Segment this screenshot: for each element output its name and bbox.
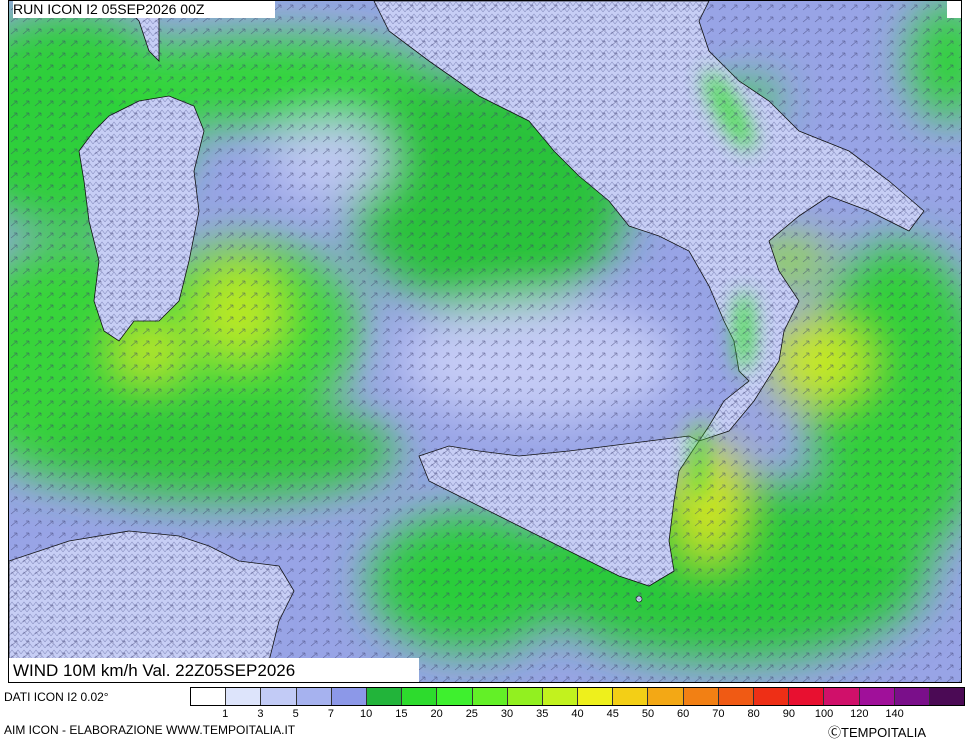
legend-tick-label: 25 — [465, 708, 478, 720]
validity-label: WIND 10M km/h Val. 22Z05SEP2026 — [9, 658, 419, 682]
legend-swatch — [683, 688, 719, 705]
legend-swatch — [507, 688, 543, 705]
legend-swatch — [472, 688, 508, 705]
legend-swatch — [648, 688, 684, 705]
legend-tick-label: 35 — [536, 708, 549, 720]
legend-swatch — [859, 688, 895, 705]
legend-swatch — [718, 688, 754, 705]
legend-tick-label: 90 — [782, 708, 795, 720]
legend-swatch — [191, 688, 227, 705]
legend-tick-label: 15 — [395, 708, 408, 720]
legend-ticks: 1 3 5 7 10 15 20 25 30 35 40 45 50 60 70 80 90 100 120 140 — [190, 708, 965, 722]
legend-swatch — [226, 688, 262, 705]
data-source-label: DATI ICON I2 0.02° — [4, 690, 109, 704]
legend-swatch — [824, 688, 860, 705]
legend-swatch — [261, 688, 297, 705]
legend-tick-label: 60 — [677, 708, 690, 720]
legend-tick-label: 1 — [222, 708, 229, 720]
legend-tick-label: 120 — [850, 708, 869, 720]
legend-swatch — [929, 688, 965, 705]
legend-tick-label: 20 — [430, 708, 443, 720]
legend-tick-label: 140 — [885, 708, 904, 720]
corner-box — [947, 1, 961, 18]
credit-label: AIM ICON - ELABORAZIONE WWW.TEMPOITALIA.… — [4, 723, 296, 737]
wind-field-svg — [9, 1, 961, 682]
legend-tick-label: 45 — [606, 708, 619, 720]
legend-tick-label: 70 — [712, 708, 725, 720]
legend-tick-label: 30 — [500, 708, 514, 720]
legend-swatch — [754, 688, 790, 705]
color-legend — [190, 687, 965, 706]
legend-tick-label: 80 — [747, 708, 760, 720]
legend-tick-label: 100 — [814, 708, 834, 720]
brand-label: ⒸTEMPOITALIA — [828, 725, 926, 740]
legend-swatch — [894, 688, 930, 705]
legend-tick-label: 7 — [327, 708, 334, 720]
legend-swatch — [296, 688, 332, 705]
wind-arrows-overlay — [9, 1, 961, 682]
legend-swatch — [789, 688, 825, 705]
legend-swatch — [402, 688, 438, 705]
legend-tick-label: 3 — [257, 708, 264, 720]
legend-swatch — [366, 688, 403, 705]
legend-swatch — [542, 688, 579, 705]
legend-swatch — [613, 688, 649, 705]
legend-tick-label: 40 — [571, 708, 584, 720]
run-label: RUN ICON I2 05SEP2026 00Z — [13, 1, 275, 18]
legend-tick-label: 50 — [641, 708, 655, 720]
legend-tick-label: 5 — [292, 708, 299, 720]
legend-swatch — [437, 688, 473, 705]
wind-map: RUN ICON I2 05SEP2026 00Z WIND 10M km/h … — [8, 0, 962, 683]
legend-swatch — [331, 688, 367, 705]
legend-tick-label: 10 — [360, 708, 373, 720]
legend-swatch — [578, 688, 614, 705]
